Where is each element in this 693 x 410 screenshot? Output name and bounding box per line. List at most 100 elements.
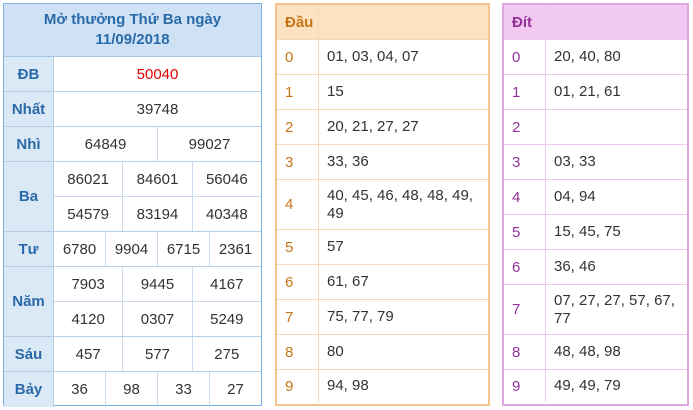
tail-digit-header-row: Đít — [504, 5, 687, 40]
tail-digit-body: 0 20, 40, 80 1 01, 21, 61 2 3 03, 33 4 04, 94 5 15… — [504, 40, 687, 404]
tail-digit: 7 — [504, 285, 546, 334]
prize-number: 6780 — [62, 240, 97, 258]
head-digit-row: 4 40, 45, 46, 48, 48, 49, 49 — [277, 180, 488, 230]
tail-digit-header-blank — [546, 5, 687, 39]
head-digit-row: 2 20, 21, 27, 27 — [277, 110, 488, 145]
head-digit-row: 0 01, 03, 04, 07 — [277, 40, 488, 75]
tail-digit-values: 03, 33 — [554, 153, 596, 170]
tail-digit-row: 5 15, 45, 75 — [504, 215, 687, 250]
tail-digit: 1 — [504, 75, 546, 109]
tail-digit: 6 — [504, 250, 546, 284]
head-digit-values: 40, 45, 46, 48, 48, 49, 49 — [327, 186, 473, 222]
prize-number: 54579 — [67, 205, 110, 223]
tail-digit-values: 01, 21, 61 — [554, 83, 621, 100]
tail-digit-row: 8 48, 48, 98 — [504, 335, 687, 370]
tail-digit-row: 6 36, 46 — [504, 250, 687, 285]
tail-digit-row: 7 07, 27, 27, 57, 67, 77 — [504, 285, 687, 335]
prize-number: 36 — [71, 381, 88, 398]
tail-digit-row: 3 03, 33 — [504, 145, 687, 180]
prize-label: Bảy — [4, 372, 54, 407]
prize-number: 577 — [122, 337, 191, 371]
prize-label: Sáu — [4, 337, 54, 371]
head-digit: 6 — [277, 265, 319, 299]
prize-row: Nhì 64849 99027 — [4, 127, 261, 162]
tail-digit-row: 4 04, 94 — [504, 180, 687, 215]
results-table: Mở thưởng Thứ Ba ngày 11/09/2018 ĐB 50040… — [3, 3, 262, 407]
tail-digit-values — [546, 110, 687, 144]
head-digit-values: 15 — [327, 83, 344, 100]
head-digit: 9 — [277, 370, 319, 402]
prize-number: 9904 — [105, 232, 157, 266]
prize-number: 50040 — [136, 65, 179, 83]
head-digit-values: 20, 21, 27, 27 — [327, 118, 419, 135]
results-date: 11/09/2018 — [95, 31, 170, 48]
prize-number: 6715 — [157, 232, 209, 266]
tail-digit: 8 — [504, 335, 546, 369]
tail-digit-table: Đít 0 20, 40, 80 1 01, 21, 61 2 3 03, 33 4 04, 9… — [502, 3, 689, 406]
tail-digit-values: 04, 94 — [554, 188, 596, 205]
tail-digit-values: 36, 46 — [554, 258, 596, 275]
head-digit-table: Đầu 0 01, 03, 04, 07 1 15 2 20, 21, 27, 27 3 33… — [275, 3, 490, 406]
tail-digit-values: 15, 45, 75 — [554, 223, 621, 240]
tail-digit-row: 2 — [504, 110, 687, 145]
prize-row: Bảy 36 98 33 27 — [4, 372, 261, 407]
tail-digit: 9 — [504, 370, 546, 402]
tail-digit: 3 — [504, 145, 546, 179]
prize-row: Nhất 39748 — [4, 92, 261, 127]
tail-digit: 0 — [504, 40, 546, 74]
prize-number: 40348 — [191, 197, 261, 231]
prize-number: 457 — [75, 345, 101, 363]
tail-digit: 2 — [504, 110, 546, 144]
prize-number: 83194 — [122, 197, 191, 231]
results-body: ĐB 50040 Nhất 39748 Nhì 64849 99027 Ba 86021 8460… — [4, 57, 261, 407]
prize-row: Năm 7903 9445 4167 4120 0307 5249 — [4, 267, 261, 337]
head-digit-values: 61, 67 — [327, 273, 369, 290]
prize-label: ĐB — [4, 57, 54, 91]
head-digit-row: 6 61, 67 — [277, 265, 488, 300]
head-digit-values: 75, 77, 79 — [327, 308, 394, 325]
head-digit-row: 8 80 — [277, 335, 488, 370]
head-digit: 1 — [277, 75, 319, 109]
head-digit-row: 5 57 — [277, 230, 488, 265]
prize-number: 7903 — [71, 275, 105, 293]
prize-number: 84601 — [122, 162, 191, 196]
prize-number: 64849 — [84, 135, 127, 153]
prize-number: 39748 — [136, 100, 179, 118]
head-digit-row: 9 94, 98 — [277, 370, 488, 402]
prize-number: 86021 — [67, 170, 110, 188]
head-digit-row: 1 15 — [277, 75, 488, 110]
results-title-line1: Mở thưởng Thứ Ba ngày — [43, 11, 222, 28]
head-digit-row: 3 33, 36 — [277, 145, 488, 180]
tail-digit-values: 49, 49, 79 — [554, 377, 621, 394]
head-digit: 5 — [277, 230, 319, 264]
head-digit: 0 — [277, 40, 319, 74]
tail-digit-row: 0 20, 40, 80 — [504, 40, 687, 75]
tail-digit: 5 — [504, 215, 546, 249]
prize-number: 9445 — [122, 267, 191, 301]
head-digit-values: 57 — [327, 238, 344, 255]
prize-number: 2361 — [209, 232, 261, 266]
prize-number: 33 — [157, 372, 209, 407]
prize-label: Năm — [4, 267, 54, 336]
prize-number: 56046 — [191, 162, 261, 196]
head-digit: 3 — [277, 145, 319, 179]
prize-row: Tư 6780 9904 6715 2361 — [4, 232, 261, 267]
prize-number: 275 — [191, 337, 261, 371]
tail-digit-header: Đít — [504, 5, 546, 39]
head-digit-values: 94, 98 — [327, 377, 369, 394]
head-digit-body: 0 01, 03, 04, 07 1 15 2 20, 21, 27, 27 3 33, 36… — [277, 40, 488, 404]
head-digit: 4 — [277, 180, 319, 229]
prize-number: 5249 — [191, 302, 261, 336]
prize-number: 98 — [105, 372, 157, 407]
head-digit-values: 01, 03, 04, 07 — [327, 48, 419, 65]
head-digit: 7 — [277, 300, 319, 334]
tail-digit-row: 9 49, 49, 79 — [504, 370, 687, 402]
prize-number: 4167 — [191, 267, 261, 301]
prize-number: 4120 — [71, 310, 105, 328]
head-digit: 2 — [277, 110, 319, 144]
tail-digit: 4 — [504, 180, 546, 214]
head-digit-header: Đầu — [277, 5, 319, 39]
prize-label: Ba — [4, 162, 54, 231]
prize-row: Sáu 457 577 275 — [4, 337, 261, 372]
tail-digit-values: 20, 40, 80 — [554, 48, 621, 65]
